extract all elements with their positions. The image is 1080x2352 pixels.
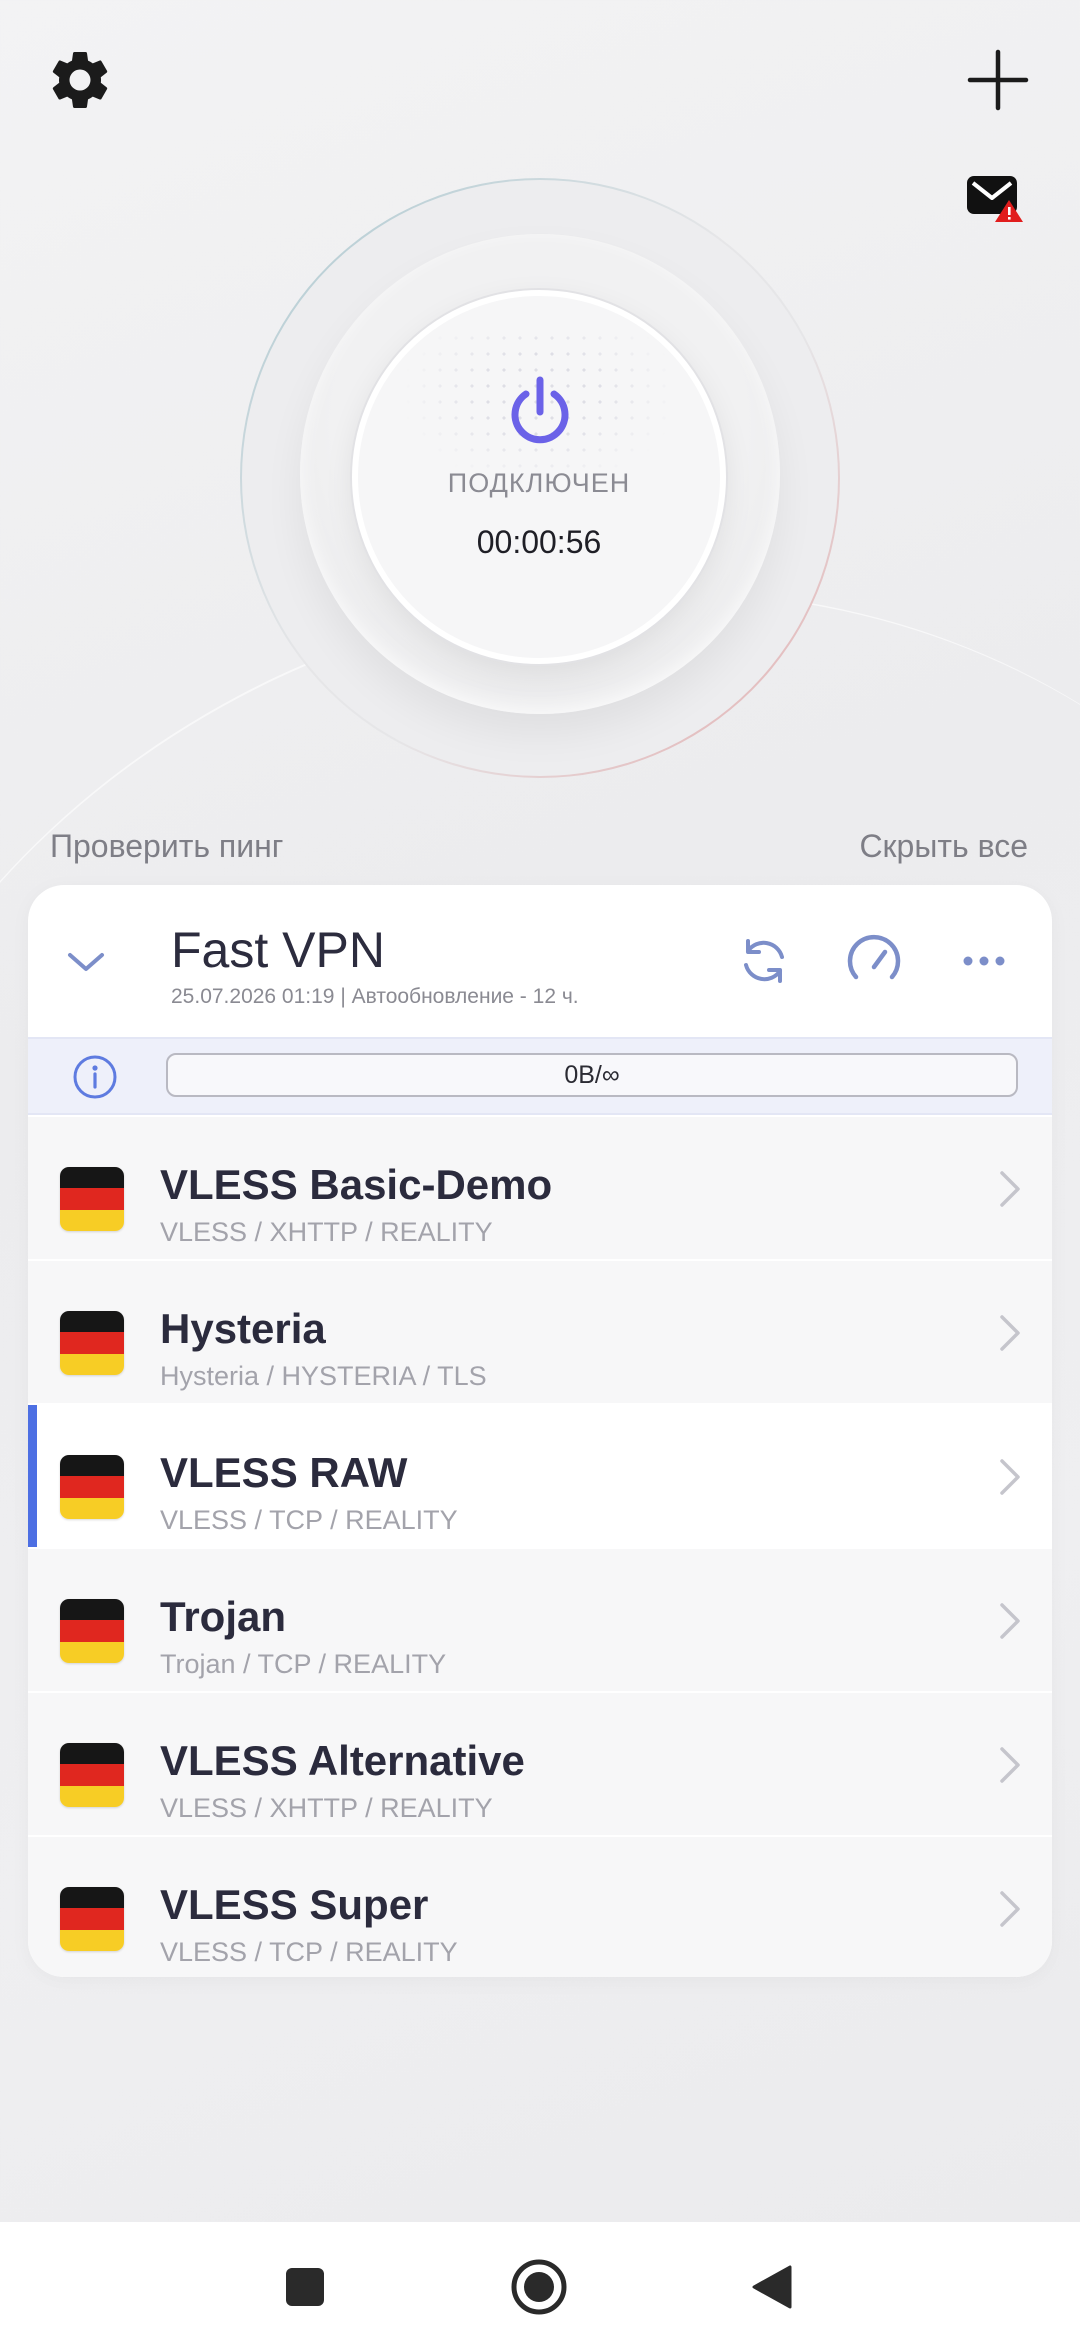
server-row[interactable]: VLESS Alternative VLESS / XHTTP / REALITY (28, 1691, 1052, 1835)
germany-flag-icon (60, 1455, 124, 1519)
server-name: VLESS RAW (160, 1449, 408, 1496)
mail-warning-icon (967, 176, 1023, 222)
connection-timer: 00:00:56 (476, 524, 602, 560)
group-update-info: 25.07.2026 01:19 | Автообновление - 12 ч… (171, 985, 579, 1008)
gear-icon (52, 51, 108, 108)
chevron-right-icon (1000, 1747, 1020, 1783)
traffic-info-bar: 0B/∞ (28, 1037, 1052, 1115)
power-icon (511, 376, 569, 444)
chevron-right-icon (1000, 1315, 1020, 1351)
connection-status: ПОДКЛЮЧЕН (447, 468, 631, 498)
germany-flag-icon (60, 1599, 124, 1663)
chevron-right-icon (1000, 1891, 1020, 1927)
group-name: Fast VPN (171, 922, 385, 978)
selected-indicator (28, 1405, 37, 1549)
server-name: Trojan (160, 1593, 287, 1640)
germany-flag-icon (60, 1311, 124, 1375)
server-name: VLESS Basic-Demo (160, 1161, 553, 1208)
server-row[interactable]: Hysteria Hysteria / HYSTERIA / TLS (28, 1259, 1052, 1403)
germany-flag-icon (60, 1743, 124, 1807)
server-name: VLESS Alternative (160, 1737, 525, 1784)
group-header: Fast VPN 25.07.2026 01:19 | Автообновлен… (28, 885, 1052, 1037)
system-navigation-bar (0, 2222, 1080, 2352)
chevron-right-icon (1000, 1171, 1020, 1207)
hide-all-button[interactable]: Скрыть все (859, 828, 1028, 865)
messages-button[interactable] (960, 168, 1030, 228)
server-protocol: VLESS / TCP / REALITY (160, 1937, 458, 1967)
traffic-usage-bar: 0B/∞ (166, 1053, 1018, 1097)
server-protocol: Hysteria / HYSTERIA / TLS (160, 1361, 487, 1391)
server-name: Hysteria (160, 1305, 326, 1352)
chevron-right-icon (1000, 1459, 1020, 1495)
recent-apps-icon[interactable] (284, 2266, 326, 2308)
home-icon[interactable] (510, 2258, 568, 2316)
settings-button[interactable] (40, 40, 120, 120)
germany-flag-icon (60, 1887, 124, 1951)
server-row[interactable]: VLESS Super VLESS / TCP / REALITY (28, 1835, 1052, 1977)
server-name: VLESS Super (160, 1881, 429, 1928)
check-ping-button[interactable]: Проверить пинг (50, 828, 283, 865)
chevron-right-icon (1000, 1603, 1020, 1639)
speedtest-icon[interactable] (844, 931, 904, 991)
add-profile-button[interactable] (958, 40, 1038, 120)
plus-icon (967, 49, 1029, 111)
server-row[interactable]: VLESS RAW VLESS / TCP / REALITY (28, 1403, 1052, 1549)
server-protocol: Trojan / TCP / REALITY (160, 1649, 447, 1679)
chevron-down-icon[interactable] (58, 935, 114, 991)
server-row[interactable]: VLESS Basic-Demo VLESS / XHTTP / REALITY (28, 1115, 1052, 1259)
subscription-card: Fast VPN 25.07.2026 01:19 | Автообновлен… (28, 885, 1052, 1977)
server-protocol: VLESS / TCP / REALITY (160, 1505, 458, 1535)
back-icon[interactable] (750, 2264, 794, 2310)
server-protocol: VLESS / XHTTP / REALITY (160, 1793, 493, 1823)
server-row[interactable]: Trojan Trojan / TCP / REALITY (28, 1547, 1052, 1691)
germany-flag-icon (60, 1167, 124, 1231)
more-options-icon[interactable] (954, 931, 1014, 991)
info-icon[interactable] (72, 1054, 118, 1100)
refresh-icon[interactable] (734, 931, 794, 991)
server-protocol: VLESS / XHTTP / REALITY (160, 1217, 493, 1247)
